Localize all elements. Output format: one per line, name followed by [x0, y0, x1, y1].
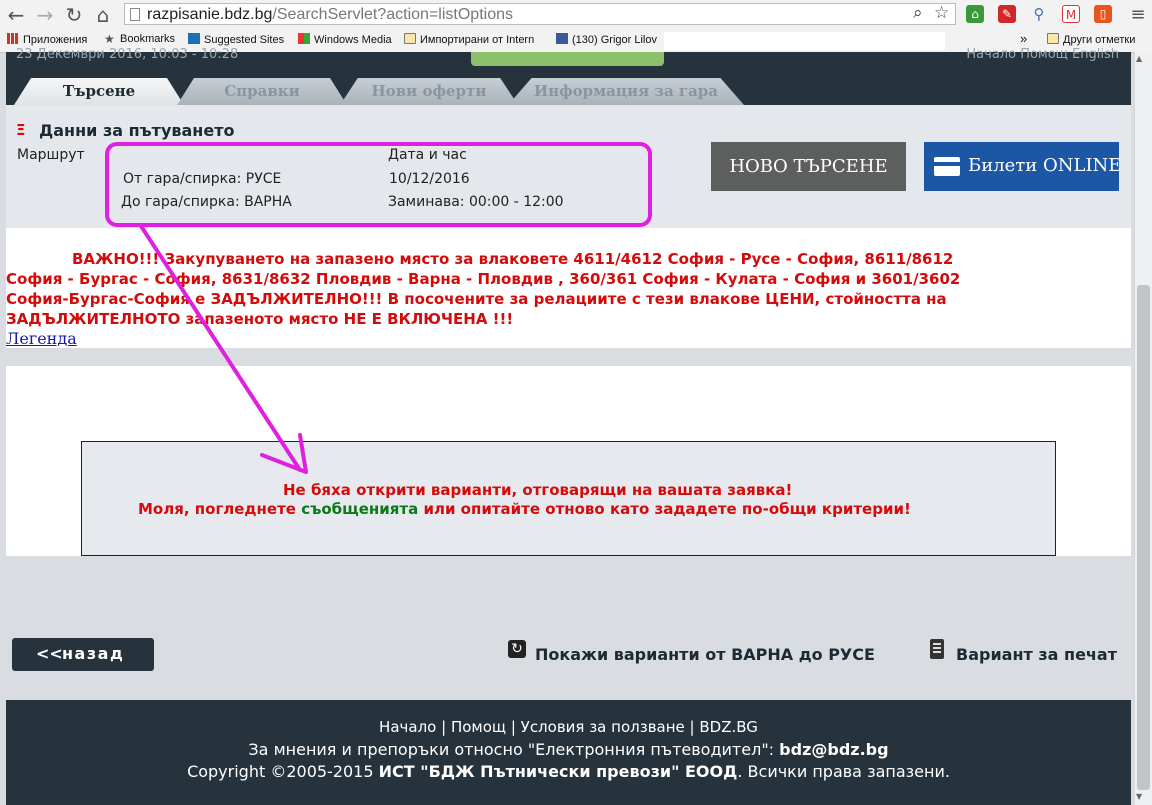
scroll-up-arrow-icon[interactable]: ▲ — [1136, 54, 1142, 63]
hint-suffix: или опитайте отново като зададете по-общ… — [418, 500, 911, 518]
apps-grid-icon — [7, 33, 19, 44]
footer-link-terms[interactable]: Условия за ползване — [521, 718, 685, 736]
feedback-email-link[interactable]: bdz@bdz.bg — [779, 740, 888, 759]
browser-toolbar: ← → ↻ ⌂ razpisanie.bdz.bg/SearchServlet?… — [0, 0, 1152, 31]
warning-line: ЗАДЪЛЖИТЕЛНОТО запазеното място НЕ Е ВКЛ… — [6, 310, 514, 328]
section-title: Данни за пътуването — [39, 121, 235, 140]
star-bookmark-icon[interactable]: ☆ — [934, 3, 949, 23]
star-icon: ★ — [104, 32, 115, 46]
bookmark-apps[interactable]: Приложения — [7, 33, 87, 46]
bookmark-other[interactable]: Други отметки — [1047, 33, 1135, 46]
footer-copyright: Copyright ©2005-2015 ИСТ "БДЖ Пътнически… — [6, 762, 1131, 781]
warning-line: София-Бургас-София е ЗАДЪЛЖИТЕЛНО!!! В п… — [6, 290, 947, 308]
no-results-message: Не бяха открити варианти, отговарящи на … — [283, 481, 793, 499]
bookmark-facebook[interactable]: (130) Grigor Lilov — [556, 33, 657, 46]
bookmark-windows-media[interactable]: Windows Media — [298, 33, 392, 46]
credit-card-icon — [934, 157, 960, 176]
bookmark-label: Други отметки — [1063, 34, 1136, 46]
office-icon[interactable]: ▯ — [1094, 5, 1112, 23]
copyright-suffix: . Всички права запазени. — [737, 762, 950, 781]
back-button[interactable]: << назад — [12, 638, 154, 671]
tickets-online-label: Билети ONLINE — [968, 155, 1122, 176]
tab-station-info[interactable]: Информация за гара — [508, 78, 744, 105]
to-station: До гара/спирка: ВАРНА — [121, 194, 292, 210]
scrollbar-thumb[interactable] — [1137, 285, 1150, 790]
home-icon[interactable]: ⌂ — [91, 3, 115, 27]
bookmark-bookmarks[interactable]: ★ Bookmarks — [104, 33, 175, 45]
blank-bookmark[interactable] — [664, 32, 945, 50]
facebook-icon — [556, 33, 568, 44]
swap-direction-icon[interactable]: ↻ — [508, 640, 526, 658]
footer-nav: Начало | Помощ | Условия за ползване | B… — [6, 718, 1131, 736]
footer-separator: | — [441, 718, 447, 736]
reload-icon[interactable]: ↻ — [62, 3, 86, 27]
hint-prefix: Моля, погледнете — [138, 500, 302, 518]
scroll-down-arrow-icon[interactable]: ▼ — [1136, 792, 1142, 801]
print-version-link[interactable]: Вариант за печат — [956, 645, 1117, 664]
header-links[interactable]: Начало Помощ English — [966, 47, 1119, 62]
date-time-heading: Дата и час — [388, 147, 467, 163]
bookmarks-overflow[interactable]: » — [1020, 31, 1027, 46]
feedback-text: За мнения и препоръки относно "Електронн… — [248, 740, 780, 759]
bing-icon — [188, 33, 200, 44]
copyright-text: Copyright ©2005-2015 — [187, 762, 379, 781]
back-button-label: назад — [62, 644, 125, 663]
warning-area — [6, 228, 1131, 348]
tab-new-offers[interactable]: Нови оферти — [340, 78, 518, 105]
footer-link-home[interactable]: Начало — [379, 718, 436, 736]
footer-feedback: За мнения и препоръки относно "Електронн… — [6, 740, 1131, 759]
bookmark-label: Windows Media — [314, 34, 392, 46]
bookmark-suggested-sites[interactable]: Suggested Sites — [188, 33, 284, 46]
from-station: От гара/спирка: РУСЕ — [123, 171, 282, 187]
bookmark-imported[interactable]: Импортирани от Intern — [404, 33, 542, 46]
double-chevron-left-icon: << — [36, 644, 63, 663]
print-icon[interactable] — [930, 639, 944, 659]
bookmark-label: (130) Grigor Lilov — [572, 34, 657, 46]
url-text: razpisanie.bdz.bg/SearchServlet?action=l… — [147, 6, 513, 24]
warning-line: София - Бургас - София, 8631/8632 Пловди… — [6, 270, 961, 288]
no-results-hint: Моля, погледнете съобщенията или опитайт… — [138, 500, 911, 518]
address-bar[interactable]: razpisanie.bdz.bg/SearchServlet?action=l… — [124, 3, 956, 25]
footer-separator: | — [689, 718, 695, 736]
menu-icon[interactable]: ≡ — [1126, 3, 1150, 27]
url-domain: razpisanie.bdz.bg — [147, 6, 273, 23]
tab-search[interactable]: Търсене — [14, 78, 184, 105]
folder-icon — [404, 33, 416, 44]
home-extension-icon[interactable]: ⌂ — [966, 5, 984, 23]
url-path: /SearchServlet?action=listOptions — [272, 6, 513, 23]
bookmark-label: Импортирани от Intern — [420, 34, 535, 46]
search-extension-icon[interactable]: ⚲ — [1030, 5, 1048, 23]
folder-icon — [1047, 33, 1059, 44]
copyright-company: ИСТ "БДЖ Пътнически превози" ЕООД — [378, 762, 738, 781]
tickets-online-button[interactable]: Билети ONLINE — [924, 142, 1122, 191]
zoom-icon[interactable]: ⌕ — [913, 3, 923, 23]
bookmark-label: Приложения — [23, 34, 88, 46]
legend-link[interactable]: Легенда — [6, 329, 77, 348]
bookmark-label: Suggested Sites — [204, 34, 285, 46]
bookmark-label: Bookmarks — [120, 33, 176, 45]
warning-line: ВАЖНО!!! Закупуването на запазено място … — [72, 250, 954, 268]
back-arrow-icon[interactable]: ← — [4, 3, 28, 27]
new-search-button[interactable]: НОВО ТЪРСЕНЕ — [711, 142, 906, 191]
windows-flag-icon — [298, 33, 310, 44]
page-icon — [130, 8, 140, 21]
footer-link-help[interactable]: Помощ — [451, 718, 506, 736]
header-date-text: 23 Декември 2016, 10:03 - 10:28 — [16, 47, 239, 62]
travel-date: 10/12/2016 — [389, 171, 470, 187]
footer-link-bdz[interactable]: BDZ.BG — [699, 718, 758, 736]
forward-arrow-icon[interactable]: → — [33, 3, 57, 27]
header-green-bar — [471, 52, 664, 66]
messages-link[interactable]: съобщенията — [301, 500, 418, 518]
footer-separator: | — [510, 718, 516, 736]
red-extension-icon[interactable]: ✎ — [998, 5, 1016, 23]
section-marker-icon: Ξ — [16, 121, 26, 139]
route-label: Маршрут — [17, 147, 85, 163]
gmail-icon[interactable]: M — [1062, 5, 1080, 23]
tab-references[interactable]: Справки — [177, 78, 347, 105]
reverse-route-link[interactable]: Покажи варианти от ВАРНА до РУСЕ — [535, 645, 875, 664]
departure-time: Заминава: 00:00 - 12:00 — [388, 194, 564, 210]
